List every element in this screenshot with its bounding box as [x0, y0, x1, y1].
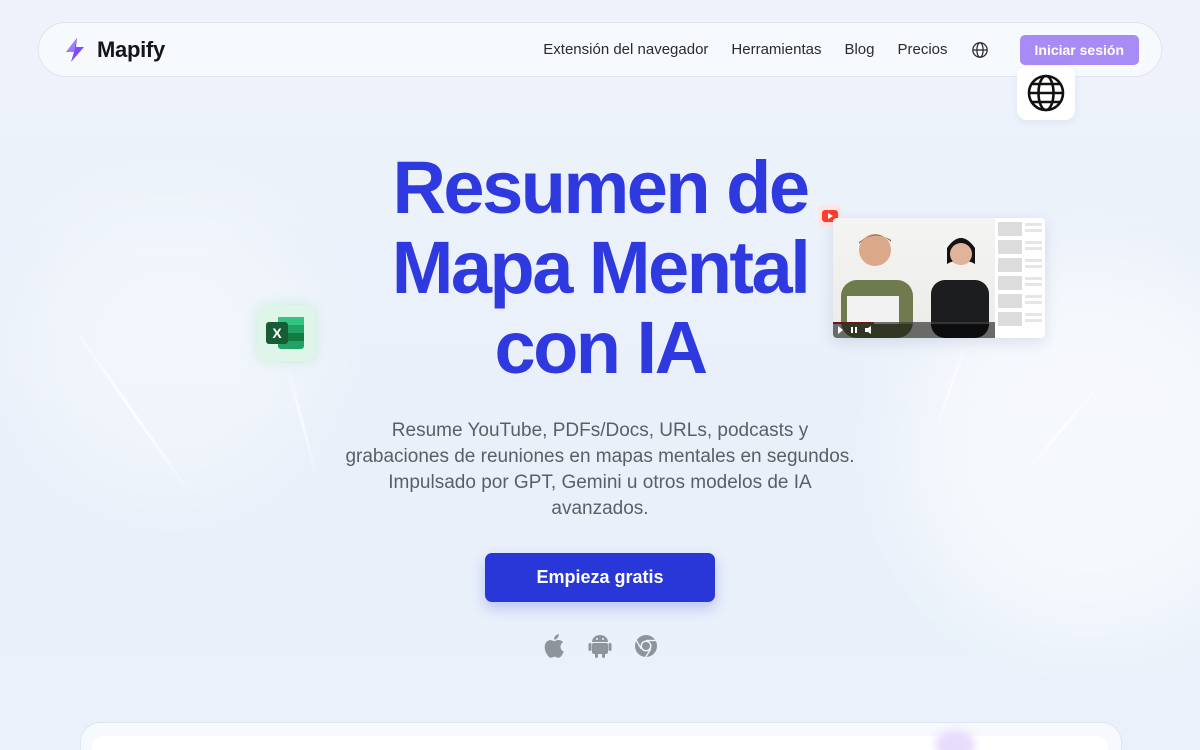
lightning-logo-icon: [66, 37, 84, 62]
hero-subtitle: Resume YouTube, PDFs/Docs, URLs, podcast…: [345, 420, 855, 519]
signin-button[interactable]: Iniciar sesión: [1019, 34, 1139, 65]
hero-title: Resumen de Mapa Mental con IA: [0, 148, 1200, 388]
globe-icon[interactable]: [971, 41, 989, 59]
hero-title-line: con IA: [494, 306, 708, 389]
nav-link-blog[interactable]: Blog: [844, 41, 874, 58]
platform-icons: [541, 632, 659, 660]
chrome-icon[interactable]: [633, 632, 659, 660]
apple-icon[interactable]: [541, 632, 567, 660]
nav-link-pricing[interactable]: Precios: [897, 41, 947, 58]
brand-logo[interactable]: Mapify: [61, 36, 165, 64]
hero-title-line: Resumen de: [392, 146, 810, 229]
nav-links: Extensión del navegador Herramientas Blo…: [543, 34, 1139, 65]
start-free-button[interactable]: Empieza gratis: [485, 553, 715, 602]
globe-icon: [1027, 74, 1065, 112]
floating-globe-card: [1017, 66, 1075, 120]
hero-title-line: Mapa Mental: [391, 226, 811, 309]
nav-link-tools[interactable]: Herramientas: [731, 41, 821, 58]
top-navbar: Mapify Extensión del navegador Herramien…: [38, 22, 1162, 77]
nav-link-browser-extension[interactable]: Extensión del navegador: [543, 41, 708, 58]
brand-name: Mapify: [97, 36, 165, 62]
android-icon[interactable]: [587, 632, 613, 660]
